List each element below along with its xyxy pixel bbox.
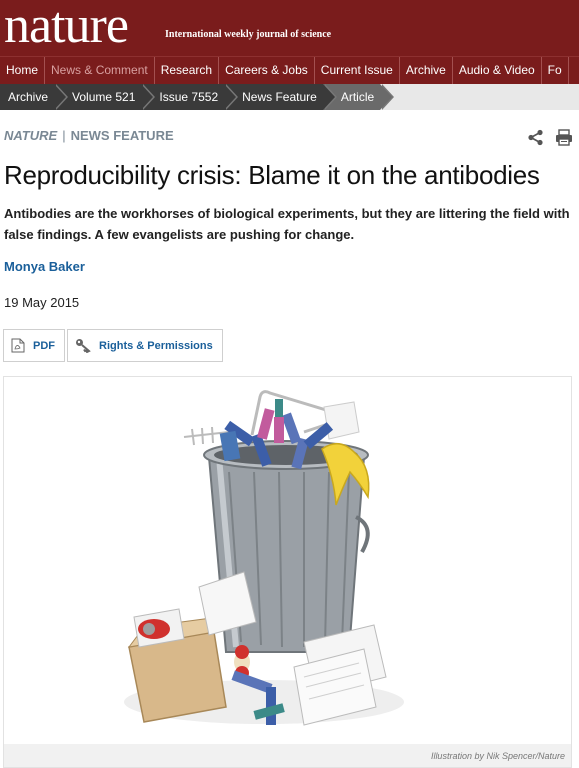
pdf-document-icon	[11, 338, 25, 353]
nav-item-current-issue[interactable]: Current Issue	[315, 57, 400, 84]
trash-can-illustration	[124, 390, 404, 726]
article-figure: Illustration by Nik Spencer/Nature	[3, 376, 572, 768]
paper-top	[323, 401, 360, 440]
kicker-separator: |	[62, 128, 66, 143]
nav-item-audio-video[interactable]: Audio & Video	[453, 57, 542, 84]
nav-item-more[interactable]: Fo	[542, 57, 569, 84]
tagline: International weekly journal of science	[165, 29, 332, 40]
nav-item-research[interactable]: Research	[155, 57, 220, 84]
nav-item-careers-jobs[interactable]: Careers & Jobs	[219, 57, 315, 84]
nav-item-archive[interactable]: Archive	[400, 57, 453, 84]
breadcrumb: Archive Volume 521 Issue 7552 News Featu…	[0, 84, 579, 110]
nav-item-news-comment[interactable]: News & Comment	[45, 57, 155, 84]
journal-name: NATURE	[4, 128, 58, 143]
pdf-button[interactable]: PDF	[3, 329, 65, 362]
rights-permissions-button[interactable]: Rights & Permissions	[67, 329, 223, 362]
figure-caption: Illustration by Nik Spencer/Nature	[4, 744, 571, 767]
nature-logo[interactable]: nature	[4, 0, 129, 56]
author-link[interactable]: Monya Baker	[4, 259, 85, 274]
publication-date: 19 May 2015	[4, 295, 80, 310]
article-title: Reproducibility crisis: Blame it on the …	[4, 160, 540, 190]
article-standfirst: Antibodies are the workhorses of biologi…	[4, 206, 570, 242]
masthead: nature International weekly journal of s…	[0, 0, 579, 84]
share-icon[interactable]	[527, 129, 544, 146]
main-nav: Home News & Comment Research Careers & J…	[0, 56, 579, 84]
article-kicker: NATURE | NEWS FEATURE	[4, 128, 174, 143]
key-icon	[76, 339, 91, 353]
print-icon[interactable]	[555, 129, 573, 146]
breadcrumb-news-feature[interactable]: News Feature	[224, 84, 337, 110]
pdf-label: PDF	[33, 339, 55, 352]
article-section[interactable]: NEWS FEATURE	[71, 128, 174, 143]
nav-item-home[interactable]: Home	[0, 57, 46, 84]
breadcrumb-archive[interactable]: Archive	[0, 84, 69, 110]
rights-permissions-label: Rights & Permissions	[99, 339, 213, 352]
article-tools: PDF Rights & Permissions	[3, 329, 223, 362]
